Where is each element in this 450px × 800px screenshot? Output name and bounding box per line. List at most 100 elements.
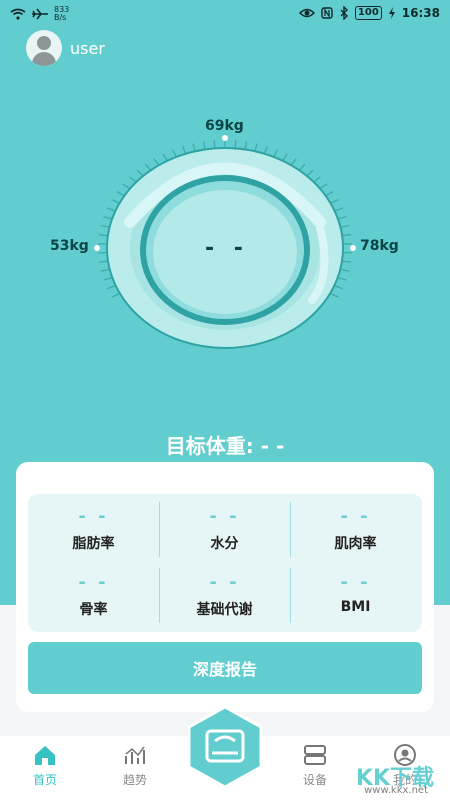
gauge-tick — [100, 268, 110, 272]
gauge-left-marker — [94, 245, 100, 251]
gauge-tick — [182, 145, 187, 154]
gauge-tick — [136, 169, 144, 177]
gauge-tick — [340, 268, 350, 272]
gauge-tick — [234, 140, 237, 149]
device-icon — [304, 745, 326, 765]
gauge-tick — [337, 277, 347, 281]
gauge-tick — [325, 191, 334, 197]
gauge-tick — [129, 176, 137, 183]
gauge-left-label: 53kg — [50, 238, 89, 254]
airplane-icon — [32, 8, 48, 20]
wifi-icon — [10, 8, 26, 20]
watermark-url: www.kkx.net — [364, 785, 428, 796]
gauge-tick — [192, 143, 196, 152]
gauge-tick — [342, 234, 352, 237]
gauge-tick — [319, 183, 328, 190]
clock: 16:38 — [401, 6, 440, 20]
gauge-tick — [337, 216, 347, 220]
gauge-tick — [100, 224, 110, 228]
gauge-tick — [106, 207, 116, 212]
metric-divider — [290, 502, 291, 557]
current-weight-value: - - — [205, 236, 249, 261]
gauge-right-marker — [350, 245, 356, 251]
gauge-tick — [313, 176, 321, 183]
gauge-tick — [103, 216, 113, 220]
user-profile[interactable]: user — [26, 30, 105, 66]
metric-name: 基础代谢 — [196, 602, 253, 618]
avatar[interactable] — [26, 30, 62, 66]
avatar-body — [32, 52, 56, 66]
bluetooth-icon — [340, 6, 348, 20]
gauge-tick — [334, 207, 344, 212]
gauge-tick — [98, 234, 108, 237]
metrics-grid: - - 脂肪率 - - 水分 - - 肌肉率 - - 骨率 - - 基础代谢 -… — [28, 494, 422, 632]
gauge-tick — [329, 292, 339, 298]
gauge-top-marker — [222, 135, 228, 141]
metric-value: - - — [340, 572, 371, 593]
metric-body-fat[interactable]: - - 脂肪率 — [28, 500, 159, 565]
gauge-tick — [111, 199, 120, 204]
gauge-tick — [306, 169, 314, 177]
gauge-tick — [254, 143, 258, 152]
metric-divider — [159, 568, 160, 623]
metric-bmi[interactable]: - - BMI — [290, 566, 421, 631]
status-right: 100 16:38 — [298, 6, 440, 20]
gauge-tick — [107, 285, 116, 290]
gauge-tick — [103, 277, 113, 281]
gauge-tick — [162, 153, 168, 162]
gauge-tick — [111, 292, 121, 298]
gauge-tick — [172, 149, 177, 158]
gauge-tick — [298, 163, 306, 171]
status-left: 833 B/s — [10, 6, 69, 22]
status-bar: 833 B/s 100 16:38 — [0, 0, 450, 28]
deep-report-button[interactable]: 深度报告 — [28, 642, 422, 694]
gauge-tick — [99, 260, 109, 263]
gauge-tick — [340, 224, 350, 228]
nav-home[interactable]: 首页 — [5, 744, 85, 788]
metric-bmr[interactable]: - - 基础代谢 — [159, 566, 290, 631]
target-weight: 目标体重: - - — [165, 434, 285, 458]
gauge-tick — [116, 191, 125, 197]
metric-water[interactable]: - - 水分 — [159, 500, 290, 565]
scale-button-hexagon — [187, 705, 263, 789]
nav-device-label: 设备 — [302, 773, 327, 787]
gauge-tick — [334, 285, 343, 290]
nfc-icon — [321, 7, 333, 19]
metric-name: 骨率 — [79, 602, 108, 618]
metric-divider — [159, 502, 160, 557]
metric-name: BMI — [340, 599, 371, 615]
gauge-tick — [341, 260, 351, 263]
username: user — [70, 38, 105, 58]
gauge-tick — [144, 163, 152, 171]
gauge-tick — [263, 145, 268, 154]
gauge-top-label: 69kg — [205, 118, 244, 134]
metric-bone[interactable]: - - 骨率 — [28, 566, 159, 631]
trend-chart-icon — [125, 746, 145, 764]
gauge-tick — [202, 141, 206, 150]
metric-divider — [290, 568, 291, 623]
eye-icon — [298, 8, 315, 18]
charging-icon — [388, 7, 395, 19]
nav-home-label: 首页 — [32, 773, 57, 787]
gauge-right-label: 78kg — [360, 238, 399, 254]
nav-trend[interactable]: 趋势 — [95, 744, 175, 788]
gauge-tick — [273, 149, 278, 158]
gauge-tick — [122, 183, 131, 190]
body-metrics-card: - - 脂肪率 - - 水分 - - 肌肉率 - - 骨率 - - 基础代谢 -… — [16, 462, 434, 712]
gauge-tick — [282, 153, 288, 162]
nav-device[interactable]: 设备 — [275, 744, 355, 788]
scale-center-button[interactable] — [183, 705, 267, 789]
nav-trend-label: 趋势 — [122, 773, 147, 787]
gauge-tick — [153, 158, 160, 166]
metric-value: - - — [209, 506, 240, 527]
network-speed-unit: B/s — [54, 13, 67, 22]
gauge-tick — [290, 158, 297, 166]
metric-value: - - — [78, 506, 109, 527]
metric-name: 水分 — [210, 536, 239, 552]
metric-muscle[interactable]: - - 肌肉率 — [290, 500, 421, 565]
metric-value: - - — [340, 506, 371, 527]
metric-value: - - — [209, 572, 240, 593]
gauge-tick — [213, 140, 216, 149]
home-icon — [35, 746, 55, 765]
gauge-tick — [330, 199, 339, 204]
